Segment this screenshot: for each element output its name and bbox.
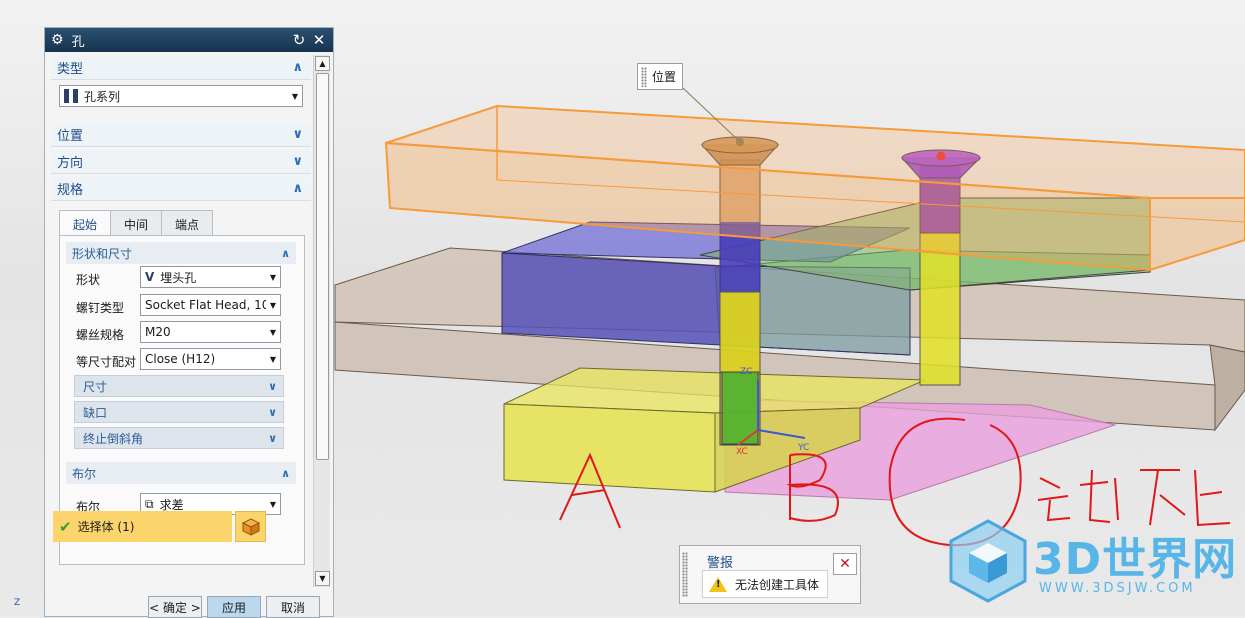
type-value: 孔系列: [84, 89, 121, 104]
shape-label: 形状: [76, 273, 101, 287]
alert-title: 警报: [707, 556, 734, 571]
apply-button[interactable]: 应用: [207, 596, 261, 618]
shape-size-label: 形状和尺寸: [72, 246, 133, 261]
tab-middle[interactable]: 中间: [110, 210, 163, 237]
dropdown-arrow-icon[interactable]: ▼: [288, 92, 302, 101]
boolean-header[interactable]: 布尔 ∧: [66, 462, 296, 484]
section-spec[interactable]: 规格 ∧: [51, 177, 311, 201]
screw-size-label: 螺丝规格: [76, 328, 125, 342]
screw-size-value: M20: [145, 325, 171, 339]
dialog-titlebar: ⚙ 孔 ↻ ✕: [45, 28, 333, 52]
select-body-button[interactable]: [235, 511, 266, 542]
screw-type-label: 螺钉类型: [76, 301, 125, 315]
screw-type-dropdown[interactable]: Socket Flat Head, 10 ▼: [140, 294, 281, 316]
reset-icon[interactable]: ↻: [291, 31, 307, 49]
dropdown-arrow-icon[interactable]: ▼: [266, 500, 280, 509]
boolean-header-label: 布尔: [72, 466, 97, 481]
orange-plate-right: [1149, 197, 1245, 272]
world-z-label: Z: [14, 598, 21, 608]
countersink-icon: V: [145, 270, 155, 284]
shape-value: 埋头孔: [160, 270, 197, 285]
cube-logo-icon: [949, 519, 1027, 603]
chevron-down-icon[interactable]: ∨: [292, 127, 303, 142]
section-position-label: 位置: [57, 129, 84, 144]
chevron-down-icon[interactable]: ∨: [268, 406, 277, 419]
scroll-up-icon[interactable]: ▲: [315, 56, 330, 71]
alert-message-box: ! 无法创建工具体: [702, 570, 828, 598]
chevron-up-icon[interactable]: ∧: [281, 247, 290, 260]
csys-xc-label: XC: [736, 447, 748, 457]
type-dropdown[interactable]: 孔系列 ▼: [59, 85, 303, 107]
chevron-up-icon[interactable]: ∧: [292, 60, 303, 75]
chevron-down-icon[interactable]: ∨: [268, 432, 277, 445]
drag-handle-icon[interactable]: [682, 552, 688, 597]
section-spec-label: 规格: [57, 183, 84, 198]
screw-type-value: Socket Flat Head, 10: [145, 298, 266, 312]
fit-value: Close (H12): [145, 352, 216, 366]
section-direction[interactable]: 方向 ∨: [51, 150, 311, 174]
tab-end[interactable]: 端点: [161, 210, 214, 237]
section-type[interactable]: 类型 ∧: [51, 56, 311, 80]
dropdown-arrow-icon[interactable]: ▼: [266, 301, 280, 310]
end-chamfer-label: 终止倒斜角: [83, 431, 144, 446]
alert-panel: 警报 ✕ ! 无法创建工具体: [679, 545, 861, 604]
dropdown-arrow-icon[interactable]: ▼: [266, 328, 280, 337]
hole-dialog: ⚙ 孔 ↻ ✕ ▲ ▼ 类型 ∧ 孔系列 ▼ 位置 ∨ 方向 ∨ 规格 ∧ 起始…: [44, 27, 334, 618]
csys-yc-label: YC: [797, 443, 809, 453]
section-type-label: 类型: [57, 62, 84, 77]
collapse-dimensions[interactable]: 尺寸 ∨: [74, 375, 284, 397]
warning-icon: !: [709, 576, 727, 592]
select-body-label: 选择体 (1): [77, 520, 135, 534]
scroll-down-icon[interactable]: ▼: [315, 571, 330, 586]
chevron-up-icon[interactable]: ∧: [281, 467, 290, 480]
close-icon[interactable]: ✕: [311, 31, 327, 49]
blue-block-front: [501, 252, 721, 346]
relief-label: 缺口: [83, 405, 108, 420]
dimensions-label: 尺寸: [83, 379, 108, 394]
alert-message: 无法创建工具体: [735, 577, 820, 592]
yellow-block-front: [503, 403, 716, 493]
fit-dropdown[interactable]: Close (H12) ▼: [140, 348, 281, 370]
watermark-url: WWW.3DSJW.COM: [1039, 581, 1196, 596]
collapse-relief[interactable]: 缺口 ∨: [74, 401, 284, 423]
chevron-up-icon[interactable]: ∧: [292, 181, 303, 196]
alert-close-icon[interactable]: ✕: [833, 553, 857, 575]
watermark-logo: 3D世界网 WWW.3DSJW.COM: [945, 515, 1240, 610]
tab-start[interactable]: 起始: [59, 210, 112, 237]
cube-icon: [241, 517, 260, 536]
shape-dropdown[interactable]: V 埋头孔 ▼: [140, 266, 281, 288]
scroll-thumb[interactable]: [316, 73, 329, 460]
drag-handle-icon[interactable]: [641, 66, 647, 87]
chevron-down-icon[interactable]: ∨: [268, 380, 277, 393]
ok-button[interactable]: < 确定 >: [148, 596, 202, 618]
collapse-end-chamfer[interactable]: 终止倒斜角 ∨: [74, 427, 284, 449]
screw-size-dropdown[interactable]: M20 ▼: [140, 321, 281, 343]
subtract-icon: ⧉: [145, 496, 154, 511]
dropdown-arrow-icon[interactable]: ▼: [266, 273, 280, 282]
select-body-row[interactable]: ✔ 选择体 (1): [53, 511, 232, 542]
cancel-button[interactable]: 取消: [266, 596, 320, 618]
csys-zc-label: ZC: [740, 367, 752, 377]
gear-icon[interactable]: ⚙: [51, 32, 64, 48]
watermark-brand: 3D世界网: [1033, 534, 1238, 585]
chevron-down-icon[interactable]: ∨: [292, 154, 303, 169]
section-direction-label: 方向: [57, 156, 84, 171]
shape-size-header[interactable]: 形状和尺寸 ∧: [66, 242, 296, 264]
spec-tabs: 起始 中间 端点: [59, 210, 214, 237]
section-position[interactable]: 位置 ∨: [51, 123, 311, 147]
boolean-value: 求差: [159, 497, 184, 512]
dialog-scrollbar[interactable]: ▲ ▼: [313, 55, 330, 587]
position-tooltip[interactable]: 位置: [637, 63, 683, 90]
hole-series-icon: [64, 89, 78, 103]
checkmark-icon: ✔: [59, 517, 72, 536]
dialog-title: 孔: [71, 34, 85, 50]
dropdown-arrow-icon[interactable]: ▼: [266, 355, 280, 364]
fit-label: 等尺寸配对: [76, 355, 137, 369]
position-tooltip-label: 位置: [652, 70, 677, 84]
hole-left-yellow: [719, 291, 761, 373]
